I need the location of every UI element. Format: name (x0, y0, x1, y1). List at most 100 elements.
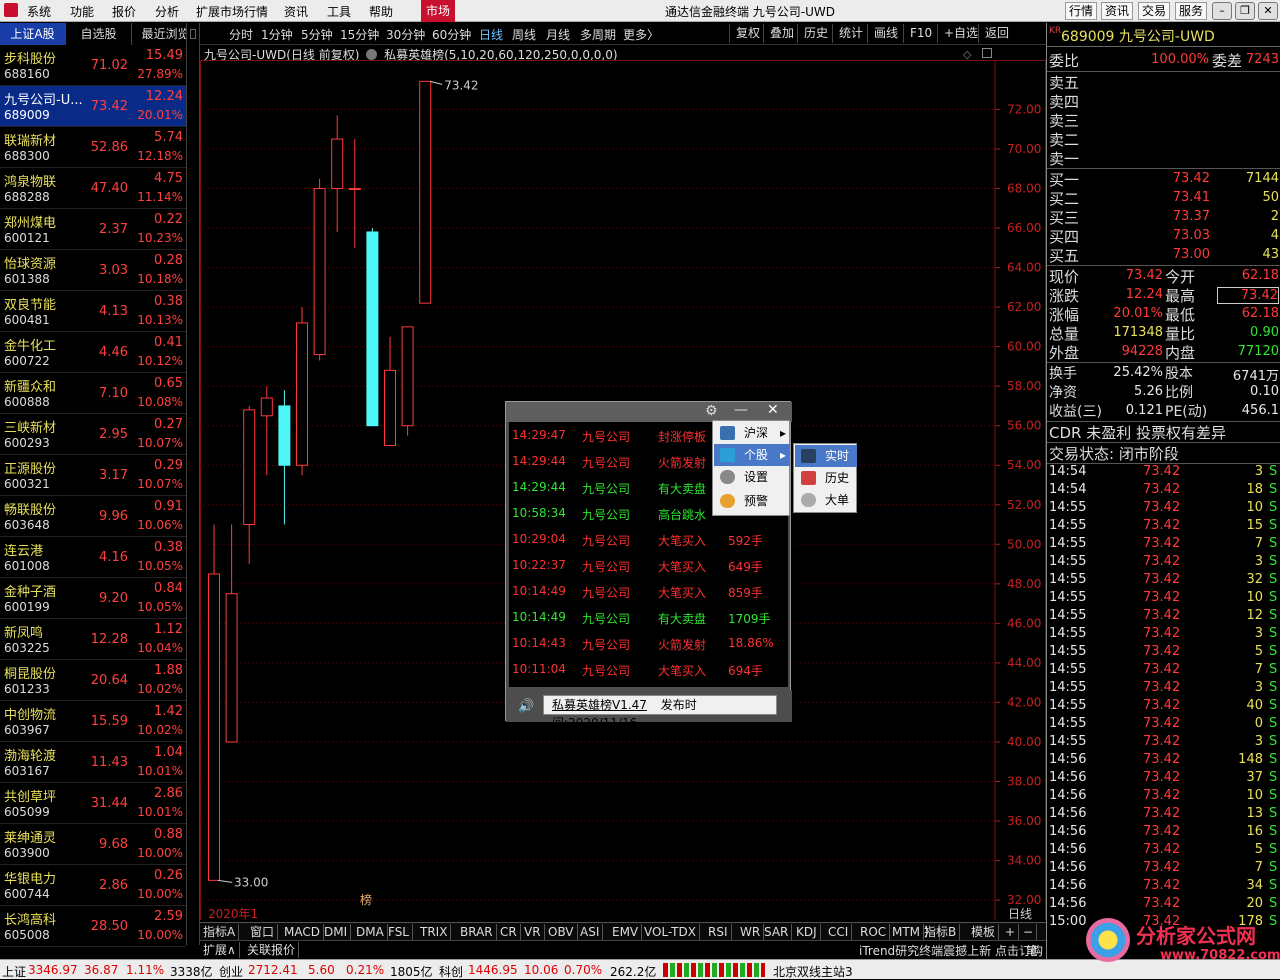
f10-button[interactable]: F10 (903, 24, 938, 43)
promo-link[interactable]: iTrend研究终端震撼上新 点击订购 (859, 942, 1043, 959)
popup-event-row[interactable]: 10:14:49 九号公司 有大卖盘 1709手 (509, 604, 788, 630)
indicator-tab[interactable]: KDJ (793, 924, 821, 940)
indicator-tab[interactable]: EMV (609, 924, 643, 940)
indicator-tab[interactable]: FSL (385, 924, 413, 940)
submenu-item-bigorder[interactable]: 大单 (795, 489, 857, 511)
period-60min[interactable]: 60分钟 (432, 26, 471, 43)
menu-analysis[interactable]: 分析 (155, 3, 179, 20)
stock-list-row[interactable]: 郑州煤电 600121 2.37 0.22 10.23% (0, 209, 186, 250)
add-watchlist-button[interactable]: +自选 (937, 24, 984, 43)
period-more[interactable]: 更多〉 (623, 26, 659, 43)
stock-list-row[interactable]: 渤海轮渡 603167 11.43 1.04 10.01% (0, 742, 186, 783)
period-multi[interactable]: 多周期 (580, 26, 616, 43)
menu-ext-market[interactable]: 扩展市场行情 (196, 3, 268, 20)
period-intraday[interactable]: 分时 (229, 26, 253, 43)
period-monthly[interactable]: 月线 (546, 26, 570, 43)
bid-price[interactable]: 73.00 (1107, 247, 1210, 262)
stock-list-row[interactable]: 华银电力 600744 2.86 0.26 10.00% (0, 865, 186, 906)
kc-index-value[interactable]: 1446.95 (468, 963, 518, 977)
minimize-icon[interactable]: – (1212, 2, 1232, 20)
expand-tab[interactable]: 扩展∧ (200, 942, 240, 958)
related-quote-tab[interactable]: 关联报价 (244, 942, 300, 958)
indicator-tab[interactable]: MTM (889, 924, 925, 940)
menu-item-hushen[interactable]: 沪深 ▸ (714, 422, 790, 444)
indicator-tab[interactable]: CCI (825, 924, 853, 940)
indicator-tab[interactable]: VOL-TDX (641, 924, 700, 940)
indicator-tab[interactable]: − (1020, 924, 1038, 940)
stock-list-row[interactable]: 怡球资源 601388 3.03 0.28 10.18% (0, 250, 186, 291)
indicator-tab[interactable]: 窗口 (247, 924, 279, 940)
sound-icon[interactable]: 🔊 (518, 699, 534, 714)
indicator-tab[interactable]: ROC (857, 924, 891, 940)
indicator-tab[interactable]: SAR (761, 924, 793, 940)
period-15min[interactable]: 15分钟 (340, 26, 379, 43)
indicator-tab[interactable]: BRAR (457, 924, 497, 940)
stock-list-row[interactable]: 长鸿高科 605008 28.50 2.59 10.00% (0, 906, 186, 947)
indicator-tab[interactable]: RSI (705, 924, 732, 940)
stock-list-row[interactable]: 九号公司-U... 689009 73.42 12.24 20.01% (0, 86, 186, 127)
stock-list-row[interactable]: 共创草坪 605099 31.44 2.86 10.01% (0, 783, 186, 824)
market-button[interactable]: 市场 (421, 0, 455, 22)
chart-window-icon[interactable] (982, 48, 992, 58)
indicator-tab[interactable]: OBV (545, 924, 578, 940)
top-service-button[interactable]: 服务 (1175, 2, 1208, 20)
indicator-tab[interactable]: DMI (321, 924, 352, 940)
indicator-tab[interactable]: + (1002, 924, 1020, 940)
popup-footer-box[interactable]: 私募英雄榜V1.47 发布时间:2020/11/16 (543, 695, 777, 730)
period-30min[interactable]: 30分钟 (386, 26, 425, 43)
menu-item-alert[interactable]: 预警 (714, 490, 790, 512)
back-button[interactable]: 返回 (978, 24, 1015, 43)
bid-price[interactable]: 73.41 (1107, 190, 1210, 205)
pen-button[interactable]: 笔 (1026, 942, 1038, 959)
popup-event-row[interactable]: 10:11:04 九号公司 大笔买入 694手 (509, 656, 788, 682)
indicator-tab[interactable]: 指标B (921, 924, 961, 940)
cy-index-value[interactable]: 2712.41 (248, 963, 298, 977)
menu-news[interactable]: 资讯 (284, 3, 308, 20)
stock-list-row[interactable]: 金种子酒 600199 9.20 0.84 10.05% (0, 578, 186, 619)
fuquan-button[interactable]: 复权 (729, 24, 766, 43)
menu-item-stock[interactable]: 个股 ▸ (714, 444, 790, 466)
menu-help[interactable]: 帮助 (369, 3, 393, 20)
popup-event-row[interactable]: 10:22:37 九号公司 大笔买入 649手 (509, 552, 788, 578)
stock-list-row[interactable]: 连云港 601008 4.16 0.38 10.05% (0, 537, 186, 578)
popup-close-icon[interactable]: ✕ (767, 402, 779, 418)
collapse-arrow-icon[interactable] (190, 29, 196, 39)
indicator-tab[interactable]: MACD (281, 924, 324, 940)
popup-event-row[interactable]: 10:29:04 九号公司 大笔买入 592手 (509, 526, 788, 552)
menu-item-settings[interactable]: 设置 (714, 466, 790, 488)
indicator-tab[interactable]: VR (521, 924, 545, 940)
bid-price[interactable]: 73.03 (1107, 228, 1210, 243)
stock-list-row[interactable]: 双良节能 600481 4.13 0.38 10.13% (0, 291, 186, 332)
draw-button[interactable]: 画线 (867, 24, 904, 43)
restore-icon[interactable]: ❐ (1235, 2, 1255, 20)
top-quote-button[interactable]: 行情 (1065, 2, 1098, 20)
tab-sh-a[interactable]: 上证A股 (0, 23, 66, 45)
indicator-tab[interactable]: 模板 (968, 924, 1000, 940)
stock-list-row[interactable]: 畅联股份 603648 9.96 0.91 10.06% (0, 496, 186, 537)
submenu-item-realtime[interactable]: 实时 (795, 445, 857, 467)
stock-list-row[interactable]: 莱绅通灵 603900 9.68 0.88 10.00% (0, 824, 186, 865)
panel-divider[interactable] (186, 23, 200, 945)
top-trade-button[interactable]: 交易 (1138, 2, 1171, 20)
stock-list-row[interactable]: 新疆众和 600888 7.10 0.65 10.08% (0, 373, 186, 414)
menu-function[interactable]: 功能 (70, 3, 94, 20)
period-1min[interactable]: 1分钟 (261, 26, 293, 43)
menu-tools[interactable]: 工具 (327, 3, 351, 20)
submenu-item-history[interactable]: 历史 (795, 467, 857, 489)
period-weekly[interactable]: 周线 (512, 26, 536, 43)
tab-watchlist[interactable]: 自选股 (66, 23, 132, 45)
bid-price[interactable]: 73.37 (1107, 209, 1210, 224)
period-5min[interactable]: 5分钟 (301, 26, 333, 43)
overlay-button[interactable]: 叠加 (763, 24, 800, 43)
close-icon[interactable]: ✕ (1258, 2, 1278, 20)
indicator-tab[interactable]: DMA (353, 924, 388, 940)
stock-list-row[interactable]: 正源股份 600321 3.17 0.29 10.07% (0, 455, 186, 496)
indicator-tab[interactable]: CR (497, 924, 521, 940)
stock-list-row[interactable]: 步科股份 688160 71.02 15.49 27.89% (0, 45, 186, 86)
stock-list-row[interactable]: 三峡新材 600293 2.95 0.27 10.07% (0, 414, 186, 455)
indicator-dropdown-icon[interactable] (366, 49, 378, 60)
stock-list-row[interactable]: 中创物流 603967 15.59 1.42 10.02% (0, 701, 186, 742)
top-news-button[interactable]: 资讯 (1101, 2, 1134, 20)
popup-gear-icon[interactable]: ⚙ (705, 403, 718, 419)
stock-list-row[interactable]: 联瑞新材 688300 52.86 5.74 12.18% (0, 127, 186, 168)
